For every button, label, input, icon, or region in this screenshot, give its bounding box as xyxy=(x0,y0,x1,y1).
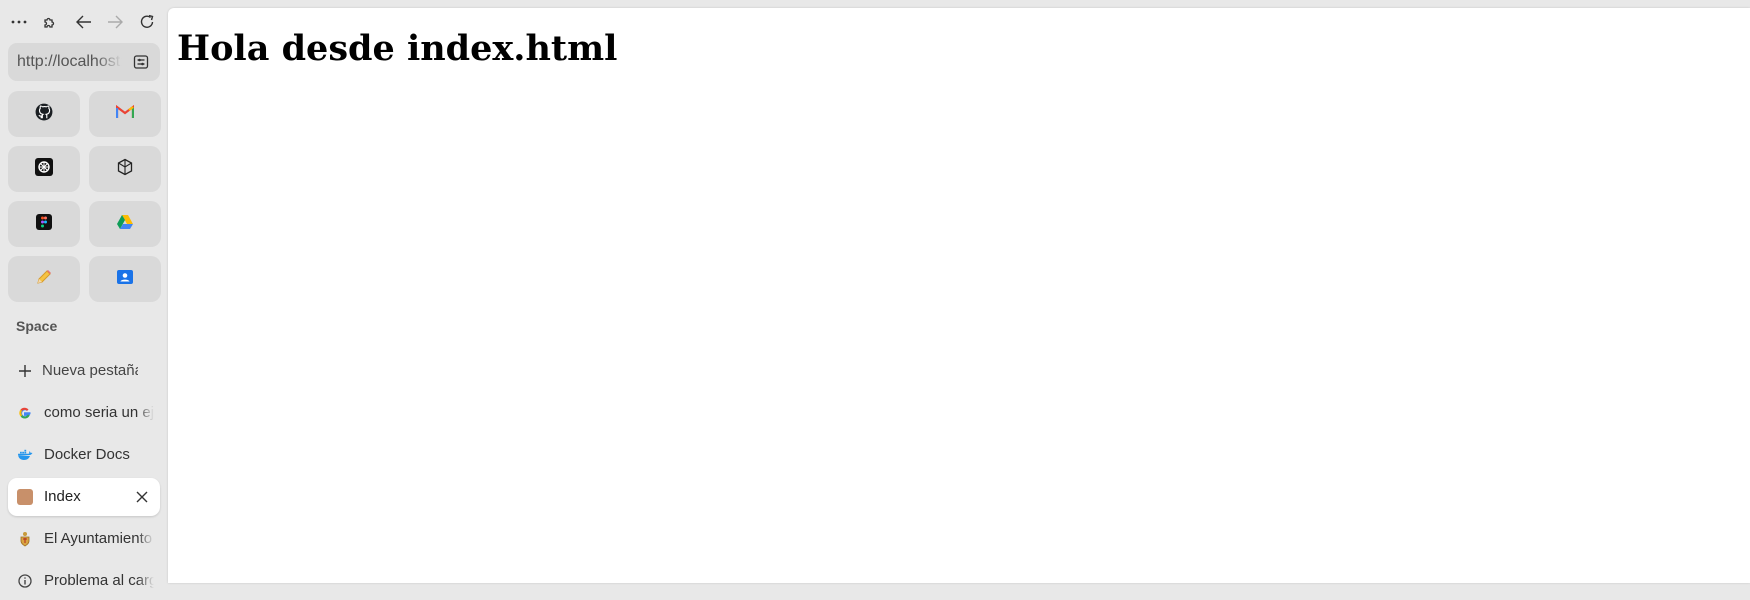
tab-label: El Ayuntamiento xyxy=(44,530,153,547)
page-swatch-icon xyxy=(17,489,33,505)
favorite-pencil[interactable] xyxy=(8,256,80,302)
favorite-google-drive[interactable] xyxy=(89,201,161,247)
docker-icon xyxy=(17,447,33,463)
close-tab-icon[interactable] xyxy=(134,489,150,505)
site-controls-icon[interactable] xyxy=(133,54,149,70)
new-tab-label: Nueva pestaña xyxy=(42,362,138,379)
github-icon xyxy=(35,103,53,126)
tab-label: como seria un ejemplo xyxy=(44,404,154,421)
coat-of-arms-icon xyxy=(17,531,33,547)
favorite-contacts[interactable] xyxy=(89,256,161,302)
address-bar[interactable]: http://localhost:8080/index.html xyxy=(8,43,160,81)
contacts-icon xyxy=(116,269,134,290)
tab-como-seria[interactable]: como seria un ejemplo xyxy=(8,394,160,432)
web-content: Hola desde index.html xyxy=(168,8,1750,583)
tab-docker-docs[interactable]: Docker Docs xyxy=(8,436,160,474)
tab-problema[interactable]: Problema al cargar xyxy=(8,562,160,600)
extensions-icon[interactable] xyxy=(37,11,61,33)
tab-el-ayuntamiento[interactable]: El Ayuntamiento xyxy=(8,520,160,558)
back-icon[interactable] xyxy=(72,11,96,33)
gmail-icon xyxy=(115,104,135,124)
favorite-github[interactable] xyxy=(8,91,80,137)
page-heading: Hola desde index.html xyxy=(177,28,618,69)
tab-label: Problema al cargar xyxy=(44,572,154,589)
tab-label: Index xyxy=(44,488,81,505)
address-bar-url[interactable]: http://localhost:8080/index.html xyxy=(17,53,122,71)
new-tab-button[interactable]: Nueva pestaña xyxy=(8,352,160,390)
more-options-icon[interactable] xyxy=(7,11,31,33)
favorite-openai[interactable] xyxy=(89,146,161,192)
tab-index-active[interactable]: Index xyxy=(8,478,160,516)
sidebar: http://localhost:8080/index.html xyxy=(0,0,168,589)
favorite-figma[interactable] xyxy=(8,201,80,247)
space-section-label: Space xyxy=(16,318,58,334)
favorite-gmail[interactable] xyxy=(89,91,161,137)
info-icon xyxy=(17,573,33,589)
google-drive-icon xyxy=(116,214,134,235)
pencil-icon xyxy=(35,268,53,291)
plus-icon xyxy=(17,363,33,379)
reload-icon[interactable] xyxy=(135,11,159,33)
figma-icon xyxy=(36,213,52,235)
claude-like-icon xyxy=(35,157,53,181)
openai-icon xyxy=(116,158,134,181)
google-icon xyxy=(17,405,33,421)
favorite-claude[interactable] xyxy=(8,146,80,192)
sidebar-toolbar xyxy=(0,0,168,44)
forward-icon[interactable] xyxy=(103,11,127,33)
tab-label: Docker Docs xyxy=(44,446,130,463)
